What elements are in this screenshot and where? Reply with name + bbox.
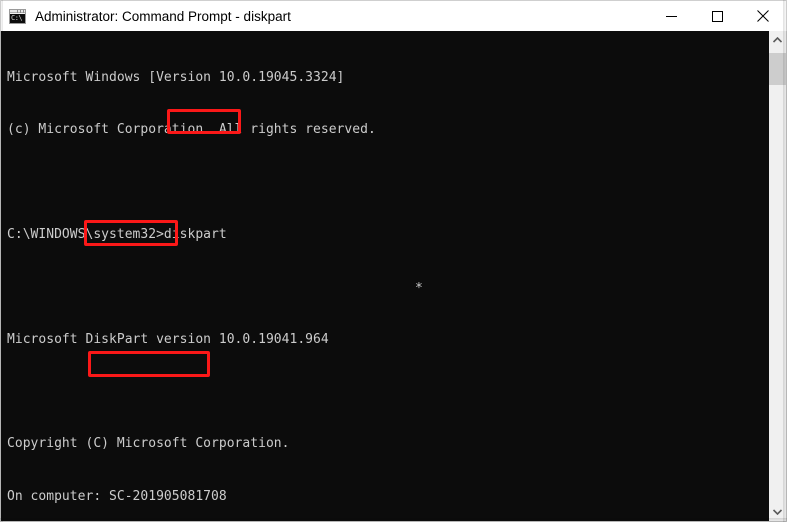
console-line: Microsoft Windows [Version 10.0.19045.33… (7, 69, 345, 85)
window-title: Administrator: Command Prompt - diskpart (35, 8, 291, 24)
maximize-button[interactable] (694, 1, 740, 31)
console-line-computer: On computer: SC-201905081708 (7, 488, 227, 504)
scrollbar-track[interactable] (769, 49, 786, 503)
gpt-marker: * (415, 281, 423, 296)
console-body: Microsoft Windows [Version 10.0.19045.33… (0, 31, 787, 522)
console-text: Microsoft Windows [Version 10.0.19045.33… (7, 34, 423, 521)
console-line-version: Microsoft DiskPart version 10.0.19041.96… (7, 331, 329, 347)
minimize-icon (665, 15, 677, 17)
console-output-area[interactable]: Microsoft Windows [Version 10.0.19045.33… (1, 31, 768, 521)
caption-button-group (648, 1, 786, 31)
vertical-scrollbar[interactable] (768, 31, 786, 521)
app-icon-text: C:\ (11, 13, 23, 22)
close-icon (757, 10, 769, 22)
minimize-button[interactable] (648, 1, 694, 31)
scrollbar-down-button[interactable] (769, 503, 786, 521)
console-line-copyright: Copyright (C) Microsoft Corporation. (7, 436, 290, 452)
close-button[interactable] (740, 1, 786, 31)
title-bar[interactable]: C:\ Administrator: Command Prompt - disk… (0, 0, 787, 31)
chevron-down-icon (773, 509, 782, 515)
command-prompt-window: C:\ Administrator: Command Prompt - disk… (0, 0, 787, 522)
console-line: (c) Microsoft Corporation. All rights re… (7, 122, 376, 138)
scrollbar-up-button[interactable] (769, 31, 786, 49)
scrollbar-thumb[interactable] (769, 53, 786, 85)
maximize-icon (711, 10, 723, 22)
command-prompt-icon: C:\ (9, 8, 26, 24)
console-line-prompt-diskpart: C:\WINDOWS\system32>diskpart (7, 226, 227, 242)
chevron-up-icon (773, 37, 782, 43)
